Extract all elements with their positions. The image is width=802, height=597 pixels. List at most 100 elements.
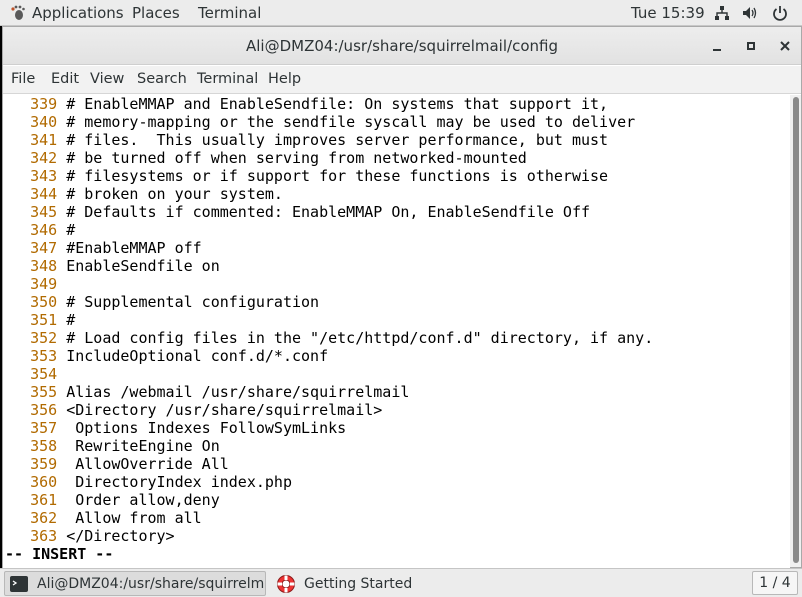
- line-number: 362: [30, 509, 58, 527]
- help-lifebuoy-icon: [277, 574, 295, 593]
- clock[interactable]: Tue 15:39: [631, 4, 705, 22]
- line-number: 351: [30, 311, 58, 329]
- editor-line: 348 EnableSendfile on: [3, 257, 220, 275]
- editor-line: 343 # filesystems or if support for thes…: [3, 167, 608, 185]
- line-text: IncludeOptional conf.d/*.conf: [66, 347, 329, 365]
- line-text: # be turned off when serving from networ…: [66, 149, 527, 167]
- editor-line: 357 Options Indexes FollowSymLinks: [3, 419, 346, 437]
- window-titlebar[interactable]: Ali@DMZ04:/usr/share/squirrelmail/config: [3, 27, 801, 65]
- editor-line: 347 #EnableMMAP off: [3, 239, 202, 257]
- places-menu[interactable]: Places: [132, 4, 180, 22]
- editor-line: 342 # be turned off when serving from ne…: [3, 149, 527, 167]
- scrollbar[interactable]: [790, 95, 801, 567]
- menu-search[interactable]: Search: [137, 71, 187, 87]
- editor-line: 354: [3, 365, 66, 383]
- line-number: 354: [30, 365, 58, 383]
- vim-mode-status: -- INSERT --: [5, 545, 114, 563]
- line-text: #: [66, 221, 76, 239]
- line-number: 343: [30, 167, 58, 185]
- line-number: 357: [30, 419, 58, 437]
- terminal-icon: [10, 575, 28, 592]
- line-text: # memory-mapping or the sendfile syscall…: [66, 113, 636, 131]
- line-number: 359: [30, 455, 58, 473]
- editor-line: 351 #: [3, 311, 75, 329]
- window-list-panel: Ali@DMZ04:/usr/share/squirrelmail/... Ge…: [0, 568, 802, 597]
- terminal-content[interactable]: 339 # EnableMMAP and EnableSendfile: On …: [3, 95, 790, 569]
- editor-line: 359 AllowOverride All: [3, 455, 229, 473]
- line-text: <Directory /usr/share/squirrelmail>: [66, 401, 383, 419]
- line-number: 356: [30, 401, 58, 419]
- menu-file[interactable]: File: [11, 71, 35, 87]
- menubar: File Edit View Search Terminal Help: [3, 66, 801, 94]
- menu-terminal[interactable]: Terminal: [197, 71, 258, 87]
- editor-line: 339 # EnableMMAP and EnableSendfile: On …: [3, 95, 608, 113]
- line-number: 341: [30, 131, 58, 149]
- menu-view[interactable]: View: [90, 71, 124, 87]
- workspace-switcher[interactable]: 1 / 4: [752, 571, 798, 595]
- power-icon[interactable]: [772, 5, 788, 21]
- line-number: 363: [30, 527, 58, 545]
- taskbar-item-label: Ali@DMZ04:/usr/share/squirrelmail/...: [37, 575, 265, 592]
- line-number: 344: [30, 185, 58, 203]
- line-number: 347: [30, 239, 58, 257]
- menu-edit[interactable]: Edit: [51, 71, 79, 87]
- line-text: </Directory>: [66, 527, 175, 545]
- editor-line: 361 Order allow,deny: [3, 491, 220, 509]
- line-text: # files. This usually improves server pe…: [66, 131, 609, 149]
- editor-line: 356 <Directory /usr/share/squirrelmail>: [3, 401, 382, 419]
- editor-line: 355 Alias /webmail /usr/share/squirrelma…: [3, 383, 409, 401]
- applications-label: Applications: [32, 4, 124, 22]
- applications-menu[interactable]: Applications: [10, 4, 124, 22]
- line-text: #: [66, 311, 76, 329]
- line-text: Allow from all: [66, 509, 202, 527]
- line-number: 346: [30, 221, 58, 239]
- menu-help[interactable]: Help: [268, 71, 301, 87]
- editor-line: 353 IncludeOptional conf.d/*.conf: [3, 347, 328, 365]
- line-number: 342: [30, 149, 58, 167]
- line-number: 340: [30, 113, 58, 131]
- taskbar-item-getting-started[interactable]: Getting Started: [272, 571, 472, 596]
- line-number: 353: [30, 347, 58, 365]
- minimize-icon[interactable]: [709, 38, 725, 54]
- terminal-app-menu[interactable]: Terminal: [198, 4, 261, 22]
- editor-line: 363 </Directory>: [3, 527, 175, 545]
- editor-line: 358 RewriteEngine On: [3, 437, 220, 455]
- line-number: 339: [30, 95, 58, 113]
- volume-icon[interactable]: [742, 5, 758, 21]
- line-number: 348: [30, 257, 58, 275]
- taskbar-item-label: Getting Started: [304, 575, 413, 592]
- network-icon[interactable]: [714, 5, 730, 21]
- line-text: EnableSendfile on: [66, 257, 220, 275]
- editor-line: 341 # files. This usually improves serve…: [3, 131, 608, 149]
- editor-line: 360 DirectoryIndex index.php: [3, 473, 292, 491]
- line-text: # broken on your system.: [66, 185, 283, 203]
- window-title: Ali@DMZ04:/usr/share/squirrelmail/config: [246, 37, 558, 55]
- line-text: RewriteEngine On: [66, 437, 220, 455]
- terminal-window: Ali@DMZ04:/usr/share/squirrelmail/config…: [2, 26, 802, 569]
- scroll-thumb[interactable]: [793, 97, 799, 563]
- line-text: # EnableMMAP and EnableSendfile: On syst…: [66, 95, 609, 113]
- line-text: # Load config files in the "/etc/httpd/c…: [66, 329, 654, 347]
- editor-line: 362 Allow from all: [3, 509, 202, 527]
- line-number: 350: [30, 293, 58, 311]
- line-text: AllowOverride All: [66, 455, 229, 473]
- editor-line: 344 # broken on your system.: [3, 185, 283, 203]
- editor-line: 340 # memory-mapping or the sendfile sys…: [3, 113, 635, 131]
- editor-line: 352 # Load config files in the "/etc/htt…: [3, 329, 653, 347]
- editor-line: 350 # Supplemental configuration: [3, 293, 319, 311]
- line-number: 361: [30, 491, 58, 509]
- line-number: 349: [30, 275, 58, 293]
- editor-line: 345 # Defaults if commented: EnableMMAP …: [3, 203, 590, 221]
- editor-line: 349: [3, 275, 66, 293]
- line-text: #EnableMMAP off: [66, 239, 202, 257]
- line-text: Options Indexes FollowSymLinks: [66, 419, 347, 437]
- line-number: 358: [30, 437, 58, 455]
- applications-foot-icon: [11, 5, 25, 20]
- line-text: # Supplemental configuration: [66, 293, 320, 311]
- close-icon[interactable]: [777, 38, 793, 54]
- taskbar-item-terminal[interactable]: Ali@DMZ04:/usr/share/squirrelmail/...: [4, 571, 266, 596]
- line-number: 352: [30, 329, 58, 347]
- maximize-icon[interactable]: [743, 38, 759, 54]
- editor-line: 346 #: [3, 221, 75, 239]
- line-text: # Defaults if commented: EnableMMAP On, …: [66, 203, 591, 221]
